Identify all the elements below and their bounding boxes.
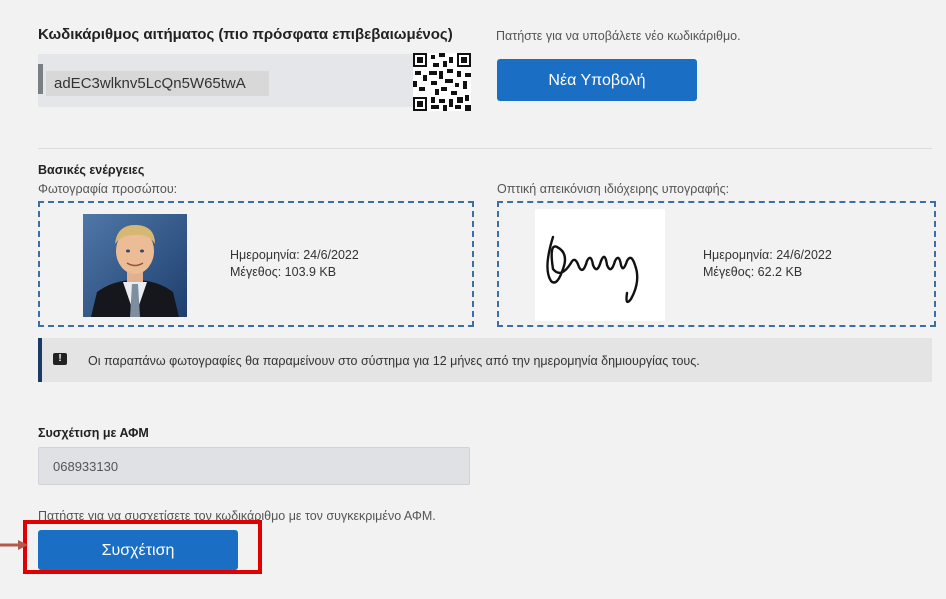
face-photo-size: Μέγεθος: 103.9 KB [230, 265, 337, 279]
retention-notice: ! Οι παραπάνω φωτογραφίες θα παραμείνουν… [38, 338, 932, 382]
exclamation-icon: ! [53, 353, 67, 365]
qr-code-icon [413, 53, 471, 111]
section-divider [38, 148, 932, 149]
signature-meta: Ημερομηνία: 24/6/2022 Μέγεθος: 62.2 KB [703, 247, 832, 281]
retention-notice-text: Οι παραπάνω φωτογραφίες θα παραμείνουν σ… [88, 354, 700, 368]
request-code-title: Κωδικάριθμος αιτήματος (πιο πρόσφατα επι… [38, 26, 453, 43]
portrait-image [83, 214, 187, 317]
request-code-value: adEC3wlknv5LcQn5W65twA [46, 71, 269, 96]
signature-dropzone[interactable]: Ημερομηνία: 24/6/2022 Μέγεθος: 62.2 KB [497, 201, 936, 327]
signature-size: Μέγεθος: 62.2 KB [703, 265, 803, 279]
afm-link-title: Συσχέτιση με ΑΦΜ [38, 426, 149, 440]
afm-field[interactable] [38, 447, 470, 485]
signature-image [535, 209, 665, 321]
face-photo-label: Φωτογραφία προσώπου: [38, 182, 178, 196]
face-photo-dropzone[interactable]: Ημερομηνία: 24/6/2022 Μέγεθος: 103.9 KB [38, 201, 474, 327]
new-submission-hint: Πατήστε για να υποβάλετε νέο κωδικάριθμο… [496, 29, 741, 43]
signature-thumbnail [535, 209, 665, 321]
basic-actions-title: Βασικές ενέργειες [38, 163, 145, 177]
request-code-box: adEC3wlknv5LcQn5W65twA [38, 54, 470, 107]
face-photo-date: Ημερομηνία: 24/6/2022 [230, 248, 359, 262]
signature-date: Ημερομηνία: 24/6/2022 [703, 248, 832, 262]
new-submission-button[interactable]: Νέα Υποβολή [497, 59, 697, 101]
link-afm-button[interactable]: Συσχέτιση [38, 530, 238, 570]
code-accent-bar [38, 64, 43, 94]
main-panel: Κωδικάριθμος αιτήματος (πιο πρόσφατα επι… [0, 0, 946, 599]
face-photo-thumbnail [83, 214, 187, 317]
pointer-arrow-icon [0, 540, 28, 550]
signature-label: Οπτική απεικόνιση ιδιόχειρης υπογραφής: [497, 182, 730, 196]
notice-accent-bar [38, 338, 42, 382]
face-photo-meta: Ημερομηνία: 24/6/2022 Μέγεθος: 103.9 KB [230, 247, 359, 281]
